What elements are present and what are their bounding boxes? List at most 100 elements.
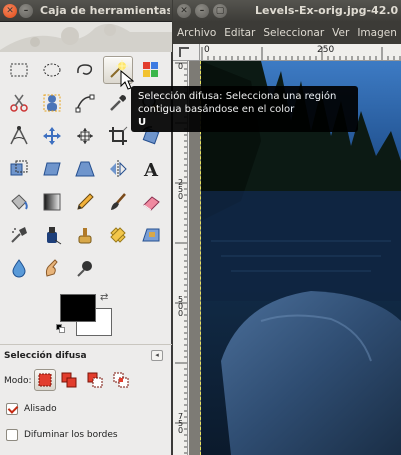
ruler-label: 0 <box>204 45 210 55</box>
eraser-tool[interactable] <box>136 188 166 216</box>
feather-label: Difuminar los bordes <box>24 430 118 440</box>
blend-tool[interactable] <box>37 188 67 216</box>
move-icon <box>43 127 61 145</box>
color-area: ⇄ <box>56 292 118 340</box>
feather-row[interactable]: Difuminar los bordes <box>6 429 118 441</box>
maximize-button[interactable]: ▢ <box>213 4 227 18</box>
reset-colors-icon[interactable] <box>56 324 66 334</box>
rect-select-icon <box>10 63 28 77</box>
flip-tool[interactable] <box>103 155 133 183</box>
mode-add-icon <box>61 372 77 388</box>
select-by-color-tool[interactable] <box>136 56 166 84</box>
perspective-tool[interactable] <box>70 155 100 183</box>
ellipse-select-icon <box>43 63 61 77</box>
antialias-row[interactable]: Alisado <box>6 403 57 415</box>
image-titlebar[interactable]: ✕ – ▢ Levels-Ex-orig.jpg-42.0 ( <box>173 0 401 22</box>
free-select-icon <box>77 64 93 75</box>
perspective-clone-tool[interactable] <box>136 221 166 249</box>
ink-tool[interactable] <box>37 221 67 249</box>
wilber-drop-area[interactable] <box>0 22 172 52</box>
shear-tool[interactable] <box>37 155 67 183</box>
perspective-clone-icon <box>142 228 160 242</box>
minimize-button[interactable]: – <box>195 4 209 18</box>
scissors-select-tool[interactable] <box>4 89 34 117</box>
menu-editar[interactable]: Editar <box>220 27 259 39</box>
blend-icon <box>43 193 61 211</box>
ruler-label: 7 5 0 <box>177 412 184 435</box>
smudge-tool[interactable] <box>37 254 67 282</box>
align-tool[interactable] <box>70 122 100 150</box>
pencil-tool[interactable] <box>70 188 100 216</box>
crop-tool[interactable] <box>103 122 133 150</box>
airbrush-tool[interactable] <box>4 221 34 249</box>
airbrush-icon <box>11 227 27 243</box>
clone-tool[interactable] <box>70 221 100 249</box>
mode-subtract-icon <box>87 372 103 388</box>
horizontal-ruler[interactable]: 0 250 <box>200 44 401 61</box>
clone-icon <box>78 228 92 244</box>
ruler-ticks <box>201 47 401 60</box>
paths-icon <box>75 94 95 113</box>
svg-text:A: A <box>143 160 159 180</box>
dodge-burn-tool[interactable] <box>70 254 100 282</box>
foreground-select-tool[interactable] <box>37 89 67 117</box>
swap-colors-icon[interactable]: ⇄ <box>100 292 108 303</box>
minimize-button[interactable]: – <box>19 4 33 18</box>
blur-tool[interactable] <box>4 254 34 282</box>
quick-mask-icon <box>179 47 189 57</box>
mode-subtract-button[interactable] <box>84 369 106 391</box>
heal-tool[interactable] <box>103 221 133 249</box>
scissors-select-icon <box>10 94 28 112</box>
free-select-tool[interactable] <box>70 56 100 84</box>
toolbox-window: ✕ – Caja de herramientas A ⇄ Selección d… <box>0 0 172 455</box>
ruler-label: 0 <box>177 62 184 71</box>
text-tool[interactable]: A <box>136 155 166 183</box>
mode-replace-button[interactable] <box>34 369 56 391</box>
color-picker-tool[interactable] <box>103 89 133 117</box>
measure-icon <box>10 126 28 145</box>
smudge-icon <box>45 259 58 277</box>
measure-tool[interactable] <box>4 122 34 150</box>
antialias-checkbox[interactable] <box>6 403 18 415</box>
toolbox-titlebar[interactable]: ✕ – Caja de herramientas <box>0 0 172 22</box>
close-button-inactive[interactable]: ✕ <box>177 4 191 18</box>
feather-checkbox[interactable] <box>6 429 18 441</box>
move-tool[interactable] <box>37 122 67 150</box>
scale-tool[interactable] <box>4 155 34 183</box>
ruler-label: 2 5 0 <box>177 178 184 201</box>
menu-imagen[interactable]: Imagen <box>353 27 401 39</box>
mode-replace-icon <box>38 373 52 387</box>
scale-icon <box>10 160 28 176</box>
tool-options-menu-button[interactable]: ◂ <box>151 350 163 361</box>
crop-icon <box>109 126 128 145</box>
antialias-label: Alisado <box>24 404 57 414</box>
perspective-icon <box>75 161 95 177</box>
paths-tool[interactable] <box>70 89 100 117</box>
bucket-fill-tool[interactable] <box>4 188 34 216</box>
pencil-icon <box>77 193 94 210</box>
mode-add-button[interactable] <box>58 369 80 391</box>
foreground-color[interactable] <box>60 294 96 322</box>
ellipse-select-tool[interactable] <box>37 56 67 84</box>
menu-seleccionar[interactable]: Seleccionar <box>259 27 328 39</box>
tooltip-text: Selección difusa: Selecciona una región … <box>138 91 337 115</box>
text-icon: A <box>143 160 159 180</box>
foreground-select-icon <box>43 94 61 112</box>
ruler-label: 5 0 0 <box>177 295 184 318</box>
paintbrush-tool[interactable] <box>103 188 133 216</box>
tooltip-shortcut: U <box>138 117 147 128</box>
close-button[interactable]: ✕ <box>3 4 17 18</box>
menu-ver[interactable]: Ver <box>328 27 353 39</box>
image-window: ✕ – ▢ Levels-Ex-orig.jpg-42.0 ( Archivo … <box>173 0 401 455</box>
rect-select-tool[interactable] <box>4 56 34 84</box>
mouse-pointer-icon <box>120 70 134 90</box>
ruler-corner[interactable] <box>173 44 200 61</box>
menu-archivo[interactable]: Archivo <box>173 27 220 39</box>
paintbrush-icon <box>111 193 126 210</box>
flip-icon <box>110 160 127 178</box>
shear-icon <box>43 162 61 176</box>
mode-intersect-button[interactable] <box>110 369 132 391</box>
ruler-label: 250 <box>317 45 335 55</box>
mode-intersect-icon <box>113 372 129 388</box>
align-icon <box>77 128 93 144</box>
